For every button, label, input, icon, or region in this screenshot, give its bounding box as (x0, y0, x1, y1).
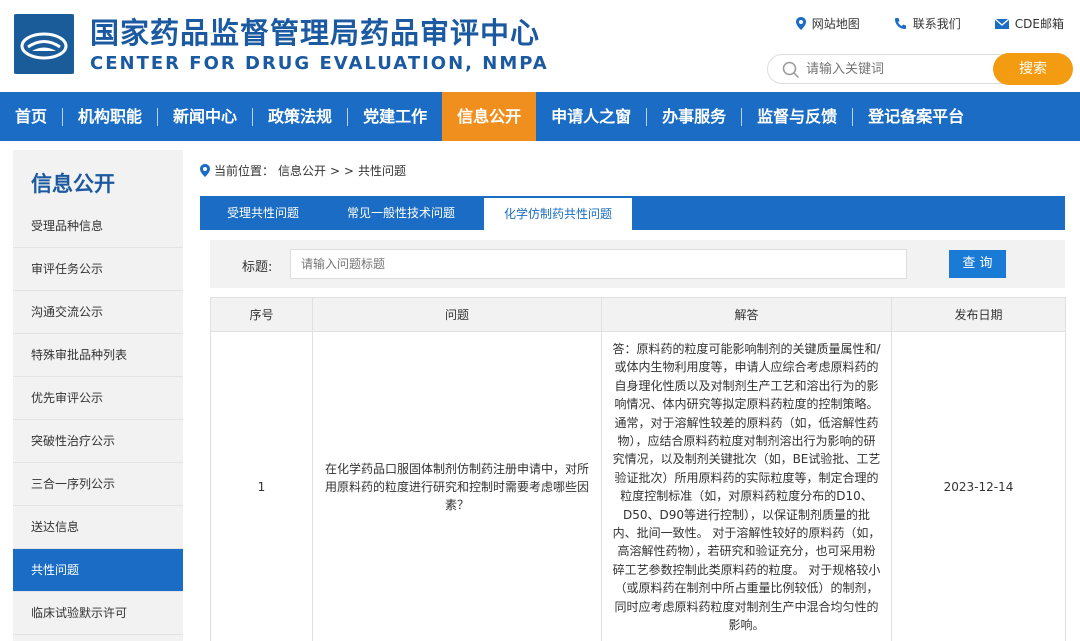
row-question[interactable]: 在化学药品口服固体制剂仿制药注册申请中，对所用原料药的粒度进行研究和控制时需要考… (312, 331, 602, 641)
table-header-row: 序号 问题 解答 发布日期 (210, 297, 1066, 332)
tab-bar: 受理共性问题 常见一般性技术问题 化学仿制药共性问题 (200, 196, 1065, 230)
search-icon (782, 61, 800, 79)
site-logo[interactable] (14, 14, 74, 74)
site-header: 国家药品监督管理局药品审评中心 CENTER FOR DRUG EVALUATI… (0, 0, 1080, 92)
column-header-index: 序号 (210, 297, 313, 332)
breadcrumb-separator: > > (330, 163, 354, 178)
sitemap-label: 网站地图 (811, 17, 860, 31)
mail-icon (994, 18, 1009, 29)
tab-generic-drug-issues[interactable]: 化学仿制药共性问题 (484, 196, 632, 230)
column-header-date: 发布日期 (891, 297, 1066, 332)
nav-item-functions[interactable]: 机构职能 (63, 92, 157, 141)
location-pin-icon (200, 164, 210, 177)
filter-title-label: 标题: (242, 260, 273, 275)
nav-item-feedback[interactable]: 监督与反馈 (742, 92, 852, 141)
breadcrumb-current: 共性问题 (357, 164, 406, 178)
sidebar-item-three-in-one[interactable]: 三合一序列公示 (13, 463, 183, 506)
row-date: 2023-12-14 (891, 331, 1066, 641)
sidebar-title: 信息公开 (31, 172, 115, 196)
nav-item-party[interactable]: 党建工作 (348, 92, 442, 141)
breadcrumb-prefix: 当前位置： (214, 164, 275, 178)
email-label: CDE邮箱 (1014, 17, 1064, 31)
contact-label: 联系我们 (912, 17, 961, 31)
main-nav: 首页 机构职能 新闻中心 政策法规 党建工作 信息公开 申请人之窗 办事服务 监… (0, 92, 1080, 141)
nav-item-applicant[interactable]: 申请人之窗 (536, 92, 646, 141)
site-subtitle: CENTER FOR DRUG EVALUATION, NMPA (90, 53, 549, 74)
column-header-answer: 解答 (601, 297, 892, 332)
breadcrumb: 当前位置： 信息公开 > > 共性问题 (200, 162, 406, 179)
sidebar-item-delivery[interactable]: 送达信息 (13, 506, 183, 549)
logo-emblem-icon (20, 32, 68, 60)
row-answer: 答：原料药的粒度可能影响制剂的关键质量属性和/或体内生物利用度等，申请人应综合考… (601, 331, 892, 641)
search-box (767, 54, 1027, 84)
nav-item-registration[interactable]: 登记备案平台 (853, 92, 979, 141)
row-index: 1 (210, 331, 313, 641)
sidebar-item-special-approval[interactable]: 特殊审批品种列表 (13, 334, 183, 377)
nav-item-home[interactable]: 首页 (0, 92, 62, 141)
nav-item-info-disclosure[interactable]: 信息公开 (442, 92, 537, 141)
table-row: 1 在化学药品口服固体制剂仿制药注册申请中，对所用原料药的粒度进行研究和控制时需… (210, 331, 1066, 641)
email-link[interactable]: CDE邮箱 (994, 15, 1064, 32)
breadcrumb-link-info[interactable]: 信息公开 (278, 162, 326, 179)
issues-table: 序号 问题 解答 发布日期 1 在化学药品口服固体制剂仿制药注册申请中，对所用原… (210, 297, 1066, 641)
nav-item-services[interactable]: 办事服务 (647, 92, 741, 141)
query-button[interactable]: 查 询 (949, 250, 1006, 278)
nav-item-news[interactable]: 新闻中心 (158, 92, 252, 141)
sitemap-link[interactable]: 网站地图 (795, 15, 860, 32)
sidebar-item-breakthrough[interactable]: 突破性治疗公示 (13, 420, 183, 463)
sidebar-item-priority-review[interactable]: 优先审评公示 (13, 377, 183, 420)
site-title: 国家药品监督管理局药品审评中心 (90, 16, 541, 50)
sidebar-item-common-issues[interactable]: 共性问题 (13, 549, 183, 592)
sidebar-item-review-tasks[interactable]: 审评任务公示 (13, 248, 183, 291)
phone-icon (894, 18, 906, 29)
top-links: 网站地图 联系我们 CDE邮箱 (795, 15, 1064, 32)
contact-link[interactable]: 联系我们 (894, 15, 961, 32)
nav-item-policy[interactable]: 政策法规 (253, 92, 347, 141)
sidebar-item-clinical-trial[interactable]: 临床试验默示许可 (13, 592, 183, 635)
tab-acceptance-issues[interactable]: 受理共性问题 (210, 196, 316, 230)
search-button[interactable]: 搜索 (993, 53, 1073, 85)
column-header-question: 问题 (312, 297, 602, 332)
sidebar: 信息公开 受理品种信息 审评任务公示 沟通交流公示 特殊审批品种列表 优先审评公… (13, 150, 183, 641)
sidebar-item-accepted-varieties[interactable]: 受理品种信息 (13, 205, 183, 248)
tab-general-technical-issues[interactable]: 常见一般性技术问题 (326, 196, 476, 230)
title-search-input[interactable] (290, 249, 907, 279)
filter-row: 标题: 查 询 (210, 240, 1065, 288)
sidebar-item-communication[interactable]: 沟通交流公示 (13, 291, 183, 334)
search-input[interactable] (806, 59, 986, 79)
location-pin-icon (795, 17, 806, 30)
